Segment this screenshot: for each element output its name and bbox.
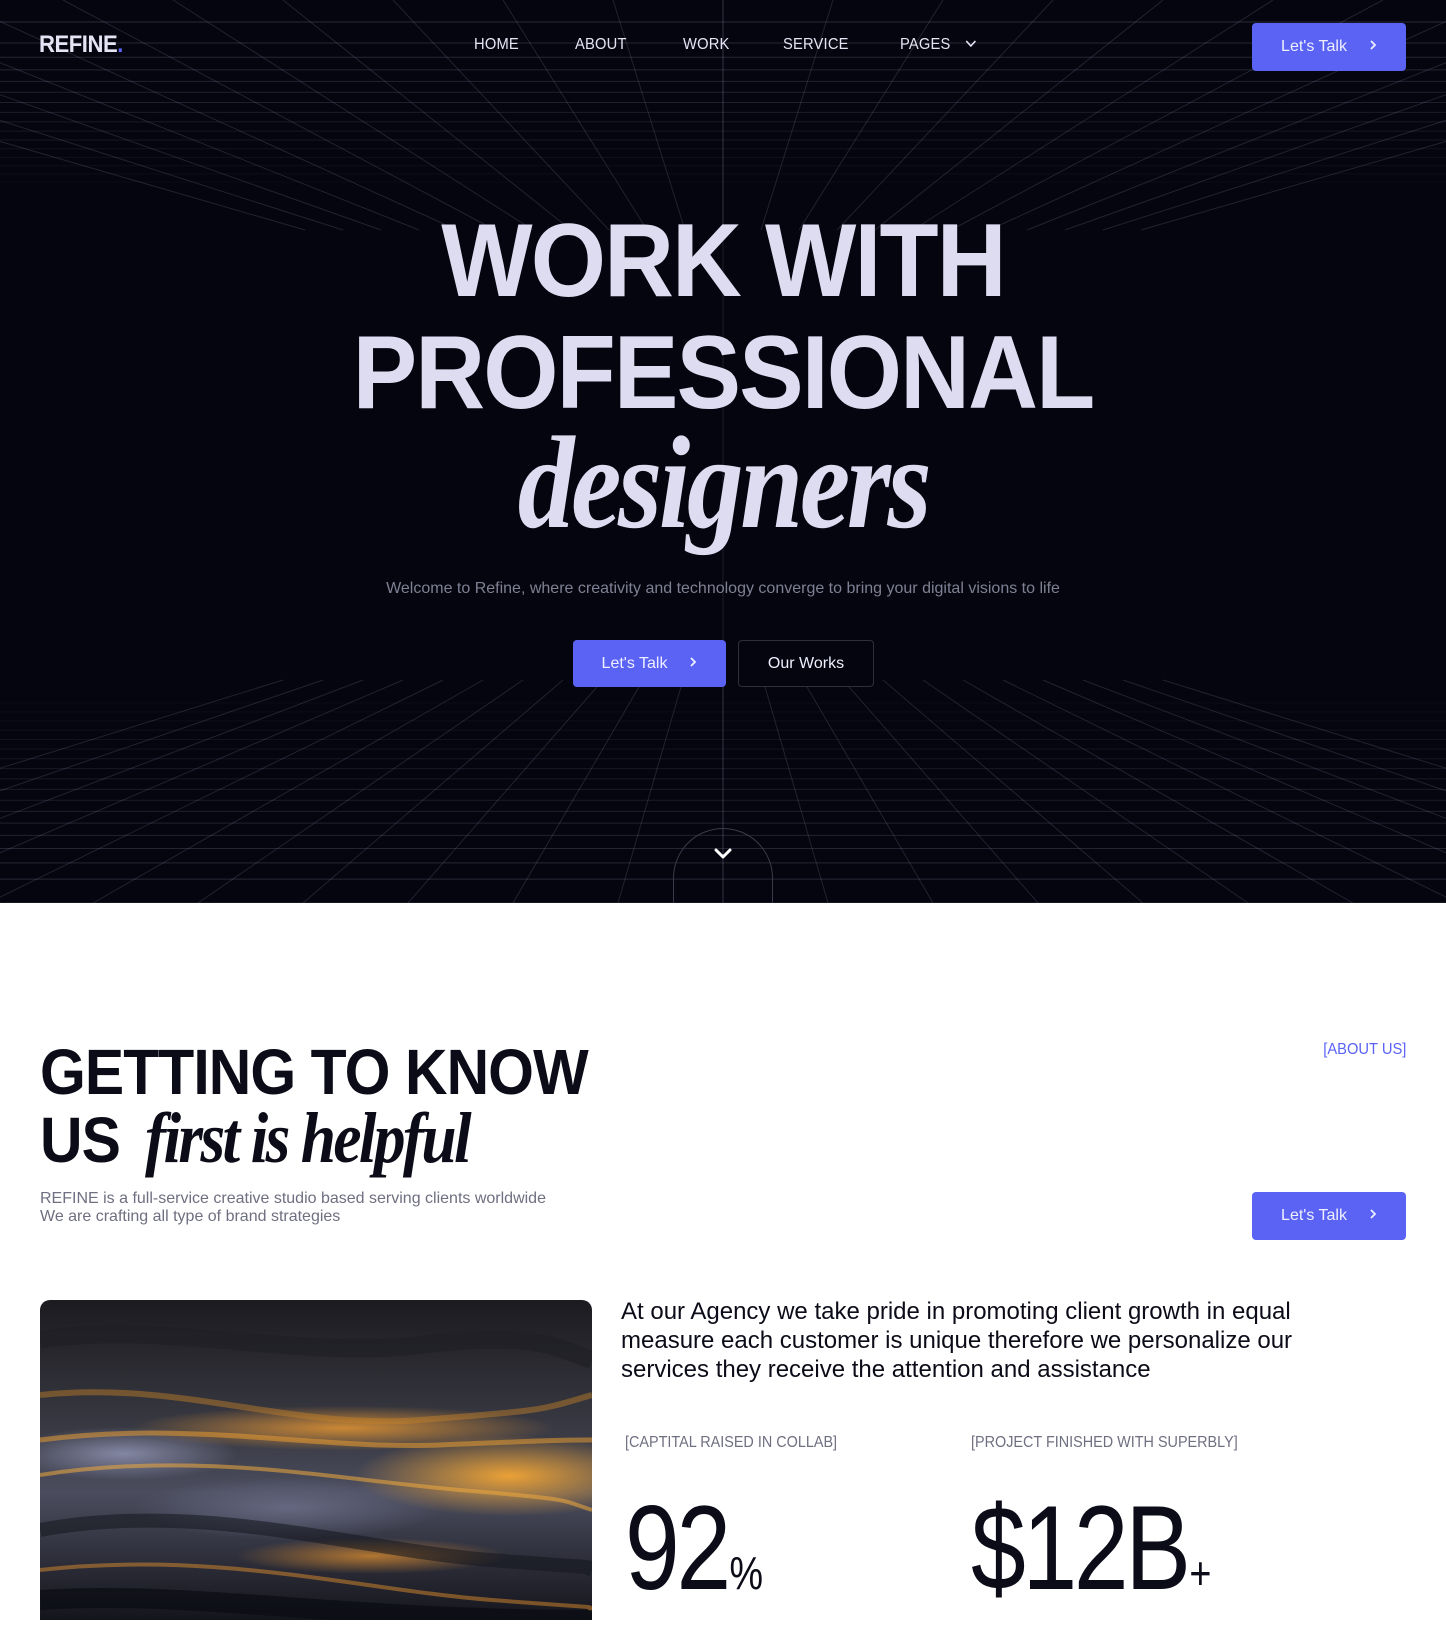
stat-label-projects: [PROJECT FINISHED WITH SUPERBLY] [971, 1434, 1238, 1451]
stat-number: 92 [625, 1481, 731, 1615]
hero-lets-talk-button[interactable]: Let's Talk [573, 640, 726, 687]
grid-line [197, 679, 524, 903]
stat-label-capital: [CAPTITAL RAISED IN COLLAB] [625, 1434, 838, 1451]
about-us-tag: [ABOUT US] [1322, 1041, 1406, 1058]
nav-item-service[interactable]: SERVICE [783, 36, 849, 54]
chevron-right-icon [1369, 38, 1377, 56]
nav-item-pages-label: PAGES [900, 36, 951, 54]
chevron-down-icon [964, 36, 977, 54]
about-cta-label: Let's Talk [1281, 1207, 1347, 1224]
grid-line [407, 679, 604, 903]
grid-line [1162, 679, 1446, 769]
grid-line [302, 679, 564, 903]
grid-line [0, 679, 364, 819]
grid-line [92, 679, 484, 903]
stat-suffix: % [729, 1547, 764, 1599]
stat-value-capital: 92% [625, 1488, 763, 1633]
grid-line [0, 679, 444, 898]
nav-item-about[interactable]: ABOUT [575, 36, 627, 54]
about-headline: GETTING TO KNOW US first is helpful [40, 1036, 635, 1178]
grid-line [882, 679, 1144, 903]
stat-number: $12B [971, 1481, 1191, 1615]
hero-headline: WORK WITH PROFESSIONAL designers [0, 203, 1446, 556]
hero-section: REFINE. HOME ABOUT WORK SERVICE PAGES Le… [0, 0, 1446, 903]
grid-line [802, 679, 934, 903]
about-lets-talk-button[interactable]: Let's Talk [1252, 1192, 1406, 1240]
about-headline-us: US [40, 1104, 121, 1176]
about-description: REFINE is a full-service creative studio… [40, 1190, 546, 1226]
top-navigation: REFINE. HOME ABOUT WORK SERVICE PAGES Le… [0, 0, 1446, 96]
about-headline-line1: GETTING TO KNOW [40, 1036, 589, 1108]
grid-line [922, 679, 1249, 903]
about-description-line2: We are crafting all type of brand strate… [40, 1208, 341, 1225]
about-headline-line2: US first is helpful [40, 1098, 635, 1178]
stat-value-projects: $12B+ [971, 1488, 1211, 1633]
about-section: GETTING TO KNOW US first is helpful REFIN… [0, 903, 1446, 1620]
nav-links: HOME ABOUT WORK SERVICE PAGES [0, 36, 1446, 58]
chevron-right-icon [689, 655, 697, 673]
about-headline-italic: first is helpful [144, 1098, 472, 1178]
chevron-down-icon [713, 847, 733, 903]
hero-cta-label: Let's Talk [601, 654, 668, 672]
nav-item-work[interactable]: WORK [683, 36, 730, 54]
nav-item-home[interactable]: HOME [474, 36, 519, 54]
about-description-line1: REFINE is a full-service creative studio… [40, 1190, 546, 1207]
nav-item-pages[interactable]: PAGES [900, 36, 977, 54]
grid-line [1082, 679, 1446, 819]
hero-headline-italic: designers [517, 409, 932, 556]
nav-cta-label: Let's Talk [1281, 38, 1347, 55]
grid-line [1002, 679, 1446, 898]
our-works-button[interactable]: Our Works [738, 640, 874, 687]
about-image [40, 1300, 592, 1620]
wave-pattern [40, 1325, 592, 1620]
grid-line [842, 679, 1039, 903]
grid-line [762, 679, 829, 903]
nav-lets-talk-button[interactable]: Let's Talk [1252, 23, 1406, 71]
grid-line [962, 679, 1354, 903]
hero-headline-line1: WORK WITH [441, 203, 1006, 319]
grid-line [0, 679, 284, 769]
chevron-right-icon [1369, 1207, 1377, 1225]
hero-subtitle: Welcome to Refine, where creativity and … [386, 580, 1060, 597]
grid-line [512, 679, 644, 903]
about-paragraph: At our Agency we take pride in promoting… [621, 1298, 1293, 1383]
stat-suffix: + [1189, 1547, 1212, 1599]
